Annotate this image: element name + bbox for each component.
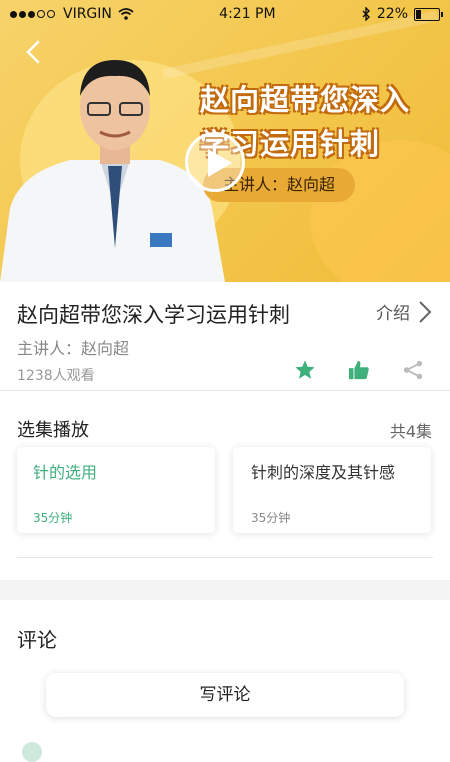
- clock: 4:21 PM: [219, 6, 276, 22]
- episodes-heading: 选集播放: [17, 420, 89, 441]
- course-info: 赵向超带您深入学习运用针刺 介绍 主讲人：赵向超 1238人观看: [0, 282, 450, 390]
- chevron-right-icon: [419, 300, 432, 323]
- share-button[interactable]: [402, 359, 424, 381]
- course-title: 赵向超带您深入学习运用针刺: [17, 303, 290, 327]
- write-comment-button[interactable]: 写评论: [46, 673, 404, 717]
- like-button[interactable]: [348, 359, 370, 381]
- episode-card-2[interactable]: 针刺的深度及其针感 35分钟: [233, 447, 431, 533]
- bluetooth-icon: [362, 7, 370, 21]
- comments-heading: 评论: [17, 628, 57, 652]
- episode-count[interactable]: 共4集: [390, 418, 432, 442]
- section-gap: [0, 580, 450, 600]
- episode-title: 针的选用: [33, 463, 98, 482]
- carrier-label: VIRGIN: [63, 6, 112, 22]
- back-icon: [26, 40, 40, 64]
- episode-card-1[interactable]: 针的选用 35分钟: [17, 447, 215, 533]
- intro-label: 介绍: [376, 304, 410, 324]
- star-icon: [295, 360, 315, 379]
- course-banner: 赵向超带您深入 学习运用针刺 主讲人：赵向超: [0, 0, 450, 282]
- play-button[interactable]: [185, 132, 245, 192]
- episode-title: 针刺的深度及其针感: [251, 463, 396, 482]
- play-icon: [208, 149, 232, 177]
- thumbs-up-icon: [348, 360, 369, 380]
- presenter-name: 主讲人：赵向超: [17, 339, 130, 358]
- wifi-icon: [118, 8, 134, 20]
- episode-duration: 35分钟: [251, 511, 291, 525]
- status-bar: VIRGIN 4:21 PM 22%: [0, 0, 450, 28]
- episode-duration: 35分钟: [33, 511, 73, 525]
- share-icon: [403, 360, 423, 380]
- favorite-button[interactable]: [294, 359, 316, 381]
- view-count: 1238人观看: [17, 368, 95, 384]
- back-button[interactable]: [22, 40, 46, 64]
- battery-icon: [414, 7, 443, 21]
- banner-title-line1: 赵向超带您深入: [199, 83, 410, 117]
- comment-avatar: [22, 742, 42, 762]
- intro-link[interactable]: 介绍: [376, 299, 432, 324]
- divider: [0, 390, 450, 391]
- battery-percent: 22%: [376, 6, 408, 22]
- signal-icon: [10, 6, 57, 22]
- divider: [17, 557, 433, 558]
